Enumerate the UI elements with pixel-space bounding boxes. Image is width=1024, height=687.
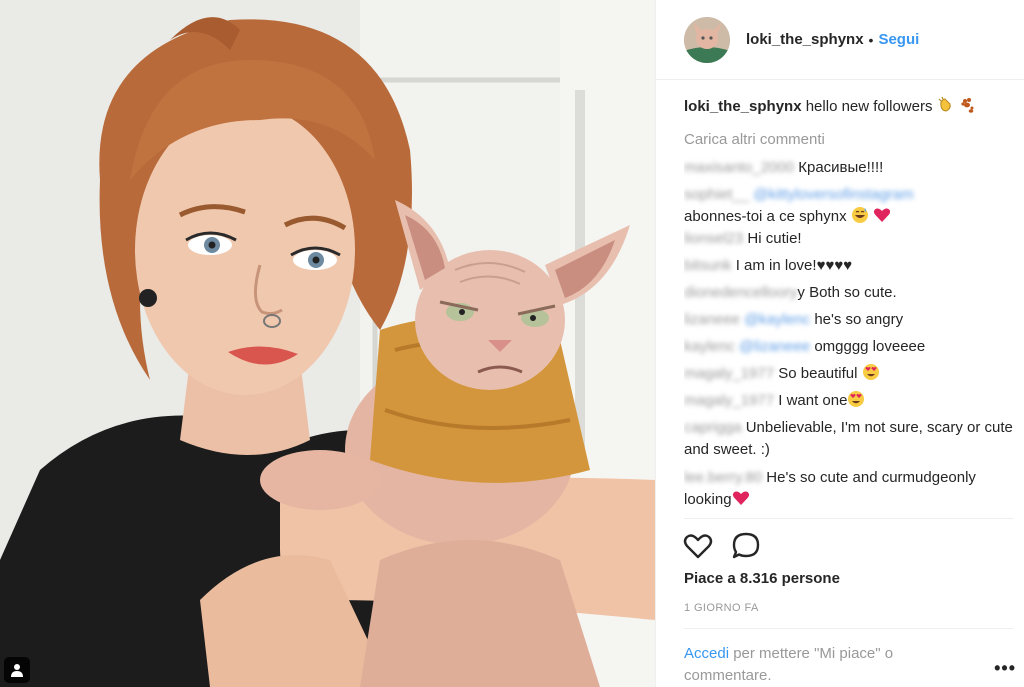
comment-text: Красивые!!!! [798, 159, 884, 176]
post-header: loki_the_sphynx • Segui [656, 0, 1024, 80]
comment-username[interactable]: lee.berry.80 [684, 469, 762, 486]
load-more-comments-button[interactable]: Carica altri commenti [684, 129, 1014, 151]
comment-username[interactable]: lizaneee [684, 311, 740, 328]
post-photo[interactable] [0, 0, 655, 687]
comments-list[interactable]: loki_the_sphynx hello new followers Cari… [684, 96, 1014, 518]
header-username[interactable]: loki_the_sphynx [746, 31, 864, 48]
clapping-hands-icon [938, 96, 951, 112]
likes-count[interactable]: Piace a 8.316 persone [684, 570, 840, 587]
comment-username[interactable]: magaly_1977 [684, 365, 774, 382]
comment-username[interactable]: magaly_1977 [684, 392, 774, 409]
comment-mention[interactable]: @lizaneee [739, 338, 810, 355]
comment-item: maxisanto_2000 Красивые!!!! [684, 157, 1014, 184]
paw-prints-icon [961, 98, 974, 113]
comment-text: I want one [778, 392, 848, 409]
grinning-sweat-icon [851, 207, 868, 223]
heart-eyes-icon [862, 364, 879, 380]
divider [684, 518, 1014, 519]
heart-eyes-icon [848, 391, 865, 407]
divider [684, 628, 1014, 629]
comment-username[interactable]: kaylenc [684, 338, 735, 355]
more-options-button[interactable]: ••• [994, 658, 1016, 679]
speech-bubble-icon[interactable] [730, 530, 762, 562]
avatar-image [684, 16, 730, 63]
caption-text: hello new followers [805, 98, 933, 115]
comment-mention[interactable]: @kittyloversofinstagram [753, 186, 913, 203]
comment-text: Hi cutie! [747, 230, 802, 247]
comment-text: abonnes-toi a ce sphynx [684, 208, 847, 225]
post-actions [682, 530, 762, 562]
comment-username[interactable]: bitsunk [684, 257, 732, 274]
comment-item: lee.berry.80 He's so cute and curmudgeon… [684, 467, 1014, 511]
heart-icon [732, 491, 749, 505]
photo-image [0, 0, 655, 687]
follow-button[interactable]: Segui [878, 31, 919, 48]
header-separator: • [868, 31, 874, 48]
comment-item: kaylenc @lizaneee omgggg loveeee [684, 336, 1014, 363]
caption: loki_the_sphynx hello new followers [684, 96, 1014, 123]
post-sidebar: loki_the_sphynx • Segui loki_the_sphynx … [655, 0, 1024, 687]
heart-outline-icon[interactable] [682, 530, 714, 562]
comment-item: sophiet__ @kittyloversofinstagram abonne… [684, 184, 1014, 228]
login-link[interactable]: Accedi [684, 645, 729, 662]
comment-username[interactable]: lionsel23 [684, 230, 743, 247]
comment-username[interactable]: maxisanto_2000 [684, 159, 794, 176]
post-timestamp[interactable]: 1 GIORNO FA [684, 602, 759, 614]
heart-icon [873, 208, 891, 222]
login-prompt: Accedi per mettere "Mi piace" o commenta… [684, 643, 964, 687]
comment-text: y Both so cute. [797, 284, 897, 301]
comment-text: So beautiful [778, 365, 858, 382]
comment-item: dionedencellooryy Both so cute. [684, 282, 1014, 309]
comment-username[interactable]: dionedencelloory [684, 284, 797, 301]
comment-item: lizaneee @kaylenc he's so angry [684, 309, 1014, 336]
comment-text: he's so angry [814, 311, 904, 328]
comment-username[interactable]: caprigga [684, 419, 742, 436]
comment-item: magaly_1977 So beautiful [684, 363, 1014, 390]
comment-item: bitsunk I am in love!♥♥♥♥ [684, 255, 1014, 282]
comment-username[interactable]: sophiet__ [684, 186, 749, 203]
comment-item: magaly_1977 I want one [684, 390, 1014, 417]
tag-people-button[interactable] [4, 657, 30, 683]
comment-item: caprigga Unbelievable, I'm not sure, sca… [684, 417, 1014, 461]
comment-mention[interactable]: @kaylenc [744, 311, 810, 328]
comment-text: I am in love!♥♥♥♥ [735, 257, 853, 274]
comment-text: omgggg loveeee [814, 338, 926, 355]
caption-username[interactable]: loki_the_sphynx [684, 98, 802, 115]
comment-item: lionsel23 Hi cutie! [684, 228, 1014, 255]
person-tag-icon [11, 664, 23, 677]
avatar[interactable] [684, 16, 730, 63]
